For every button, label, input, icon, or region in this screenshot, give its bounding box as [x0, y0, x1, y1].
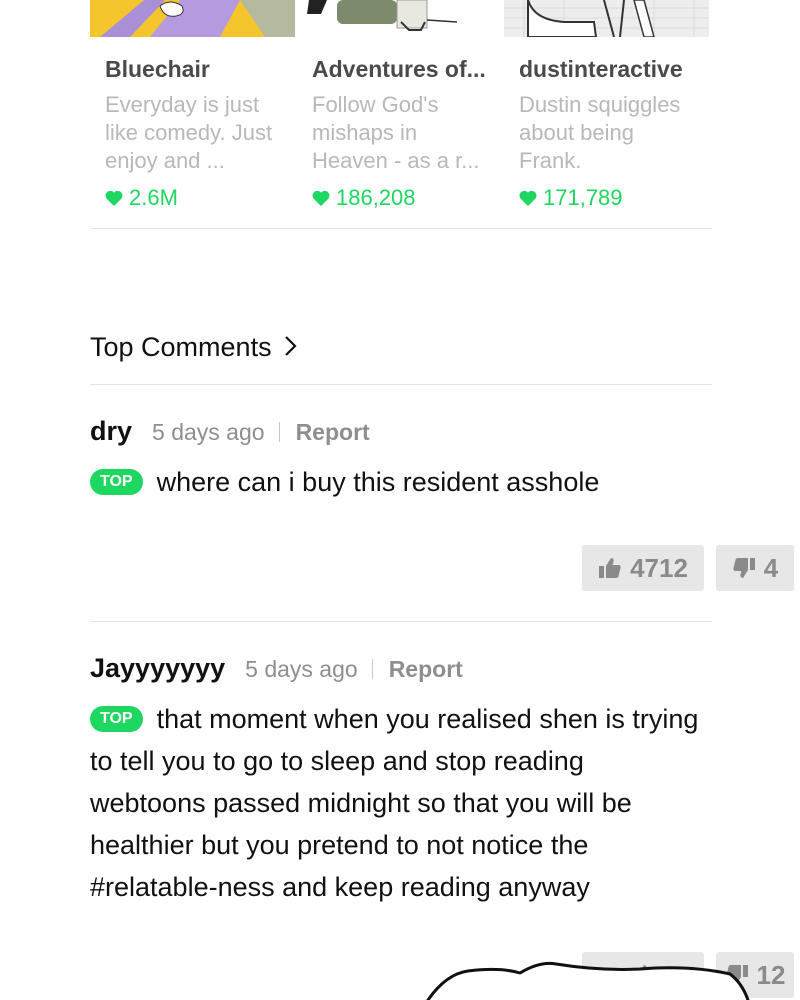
rec-thumbnail[interactable]	[90, 0, 295, 37]
downvote-count: 12	[756, 959, 786, 990]
downvote-button[interactable]: 12	[716, 952, 794, 998]
rec-likes-count: 171,789	[543, 185, 623, 210]
comment-time: 5 days ago	[245, 656, 358, 682]
chevron-right-icon[interactable]	[284, 335, 298, 357]
comment-meta: dry 5 days ago Report	[90, 416, 712, 447]
comment-author[interactable]: dry	[90, 416, 132, 447]
top-comments-label[interactable]: Top Comments	[90, 329, 272, 365]
rec-title[interactable]: Adventures of...	[312, 56, 486, 83]
rec-likes: 171,789	[519, 185, 623, 211]
heart-icon	[312, 190, 330, 206]
heart-icon	[105, 190, 123, 206]
upvote-button[interactable]: 4712	[582, 545, 704, 591]
thumbs-down-icon	[733, 558, 755, 578]
rec-thumbnail[interactable]	[297, 0, 502, 37]
rec-likes: 186,208	[312, 185, 416, 211]
top-badge: TOP	[90, 706, 143, 732]
rec-description: Everyday is just like comedy. Just enjoy…	[105, 92, 273, 173]
comment-body: TOP where can i buy this resident asshole	[90, 461, 712, 503]
thumbs-up-icon	[632, 965, 654, 985]
recommendations: Bluechair Everyday is just like comedy. …	[90, 0, 712, 229]
top-comments-header[interactable]: Top Comments	[90, 329, 712, 385]
downvote-count: 4	[763, 552, 779, 583]
top-badge: TOP	[90, 469, 143, 495]
thumbs-up-icon	[599, 558, 621, 578]
comment-meta: Jayyyyyyy 5 days ago Report	[90, 653, 712, 684]
comment-time: 5 days ago	[152, 419, 265, 445]
rec-title[interactable]: dustinteractive	[519, 56, 683, 83]
upvote-count: 4712	[630, 552, 688, 583]
comment: dry 5 days ago Report TOP where can i buy…	[90, 416, 712, 503]
meta-separator	[278, 421, 280, 442]
rec-thumbnail[interactable]	[504, 0, 709, 37]
meta-separator	[371, 658, 373, 679]
comment-votes: 4712 4	[582, 545, 794, 591]
comment-text: where can i buy this resident asshole	[156, 467, 600, 497]
rec-title[interactable]: Bluechair	[105, 56, 210, 83]
report-link[interactable]: Report	[389, 656, 463, 683]
rec-likes: 2.6M	[105, 185, 178, 211]
rec-description: Dustin squiggles about being Frank.	[519, 92, 681, 173]
comment-divider	[90, 621, 712, 622]
comment-author[interactable]: Jayyyyyyy	[90, 653, 225, 684]
comment-text: that moment when you realised shen is tr…	[90, 704, 699, 902]
rec-likes-count: 2.6M	[129, 185, 178, 210]
comment-votes: 12	[582, 952, 794, 998]
downvote-button[interactable]: 4	[716, 545, 794, 591]
rec-likes-count: 186,208	[336, 185, 416, 210]
heart-icon	[519, 190, 537, 206]
upvote-button[interactable]	[582, 952, 704, 998]
thumbs-down-icon	[725, 965, 748, 985]
comment: Jayyyyyyy 5 days ago Report TOP that mome…	[90, 653, 712, 908]
rec-description: Follow God's mishaps in Heaven - as a r.…	[312, 92, 480, 173]
report-link[interactable]: Report	[296, 419, 370, 446]
comment-body: TOP that moment when you realised shen is…	[90, 698, 702, 908]
